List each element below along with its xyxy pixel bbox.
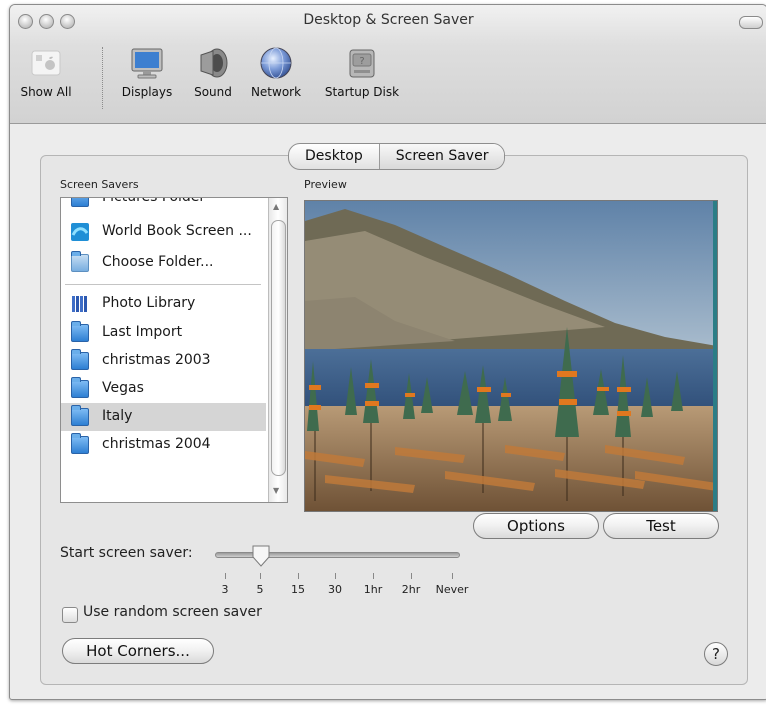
list-scrollbar[interactable]: ▲ ▼: [268, 198, 287, 502]
start-saver-label: Start screen saver:: [60, 545, 193, 561]
folder-icon: [71, 198, 89, 207]
tab-screen-saver[interactable]: Screen Saver: [378, 144, 505, 169]
toolbar-label: Displays: [121, 85, 173, 99]
folder-icon: [71, 433, 89, 454]
folder-icon: [71, 251, 89, 272]
preview-image: [304, 200, 718, 512]
preferences-window: Desktop & Screen Saver Show All Displays…: [9, 4, 766, 700]
slider-knob[interactable]: [251, 545, 271, 567]
toolbar-startup-disk[interactable]: ? Startup Disk: [316, 45, 408, 99]
list-item[interactable]: Choose Folder...: [61, 249, 266, 277]
display-icon: [129, 45, 165, 81]
toolbar-separator: [102, 47, 104, 109]
list-item-label: Vegas: [102, 380, 144, 396]
hot-corners-button[interactable]: Hot Corners...: [62, 638, 214, 664]
list-item-label: christmas 2004: [102, 436, 211, 452]
list-item-selected[interactable]: Italy: [61, 403, 266, 431]
window-title: Desktop & Screen Saver: [303, 12, 474, 28]
tab-desktop[interactable]: Desktop: [289, 144, 379, 169]
folder-icon: [71, 405, 89, 426]
scrollbar-thumb[interactable]: [271, 220, 286, 476]
slider-tick: [411, 573, 412, 579]
slider-tick: [260, 573, 261, 579]
list-item-label: Pictures Folder: [102, 197, 206, 205]
list-item-label: Photo Library: [102, 295, 196, 311]
tick-label: 3: [221, 583, 229, 596]
list-item[interactable]: Last Import: [61, 319, 266, 347]
tick-label: 30: [328, 583, 342, 596]
toolbar-label: Network: [250, 85, 302, 99]
slider-tick: [452, 573, 453, 579]
list-item[interactable]: Vegas: [61, 375, 266, 403]
tick-label: 1hr: [363, 583, 383, 596]
list-item[interactable]: Pictures Folder: [61, 197, 266, 212]
list-separator: [65, 284, 261, 285]
speaker-icon: [195, 45, 231, 81]
help-button[interactable]: ?: [704, 642, 728, 666]
folder-icon: [71, 321, 89, 342]
folder-icon: [71, 377, 89, 398]
toolbar-label: Show All: [20, 85, 72, 99]
disk-icon: ?: [344, 45, 380, 81]
list-item[interactable]: World Book Screen ...: [61, 218, 266, 246]
tick-label: 2hr: [401, 583, 421, 596]
svg-text:?: ?: [359, 56, 364, 67]
title-toolbar: Desktop & Screen Saver Show All Displays…: [10, 5, 766, 124]
random-saver-checkbox[interactable]: [62, 607, 78, 623]
folder-icon: [71, 349, 89, 370]
options-button[interactable]: Options: [473, 513, 599, 539]
random-saver-label: Use random screen saver: [83, 604, 262, 620]
list-item-label: christmas 2003: [102, 352, 211, 368]
screen-saver-list[interactable]: Pictures Folder World Book Screen ... Ch…: [60, 197, 288, 503]
world-book-icon: [71, 223, 89, 241]
preview-label: Preview: [304, 178, 347, 191]
list-item[interactable]: Photo Library: [61, 290, 266, 318]
toolbar-network[interactable]: Network: [244, 45, 308, 99]
screen-savers-label: Screen Savers: [60, 178, 139, 191]
test-button[interactable]: Test: [603, 513, 719, 539]
toolbar-label: Sound: [194, 85, 232, 99]
toolbar-displays[interactable]: Displays: [114, 45, 180, 99]
list-item[interactable]: christmas 2003: [61, 347, 266, 375]
photo-library-icon: [71, 295, 89, 313]
scroll-up-icon[interactable]: ▲: [273, 202, 279, 211]
toolbar-toggle-button[interactable]: [739, 16, 763, 29]
tab-bar: Desktop Screen Saver: [288, 143, 506, 170]
list-item-label: World Book Screen ...: [102, 223, 252, 239]
tick-label: 15: [291, 583, 305, 596]
list-item-label: Choose Folder...: [102, 254, 214, 270]
tick-label: Never: [435, 583, 469, 596]
globe-icon: [258, 45, 294, 81]
slider-tick: [335, 573, 336, 579]
toolbar-label: Startup Disk: [324, 85, 400, 99]
slider-tick: [225, 573, 226, 579]
toolbar-show-all[interactable]: Show All: [14, 45, 78, 99]
list-item[interactable]: christmas 2004: [61, 431, 266, 459]
slider-tick: [298, 573, 299, 579]
apple-icon: [28, 45, 64, 81]
list-item-label: Italy: [102, 408, 133, 424]
list-item-label: Last Import: [102, 324, 183, 340]
slider-tick: [373, 573, 374, 579]
scroll-down-icon[interactable]: ▼: [273, 486, 279, 495]
tick-label: 5: [256, 583, 264, 596]
toolbar-sound[interactable]: Sound: [188, 45, 238, 99]
